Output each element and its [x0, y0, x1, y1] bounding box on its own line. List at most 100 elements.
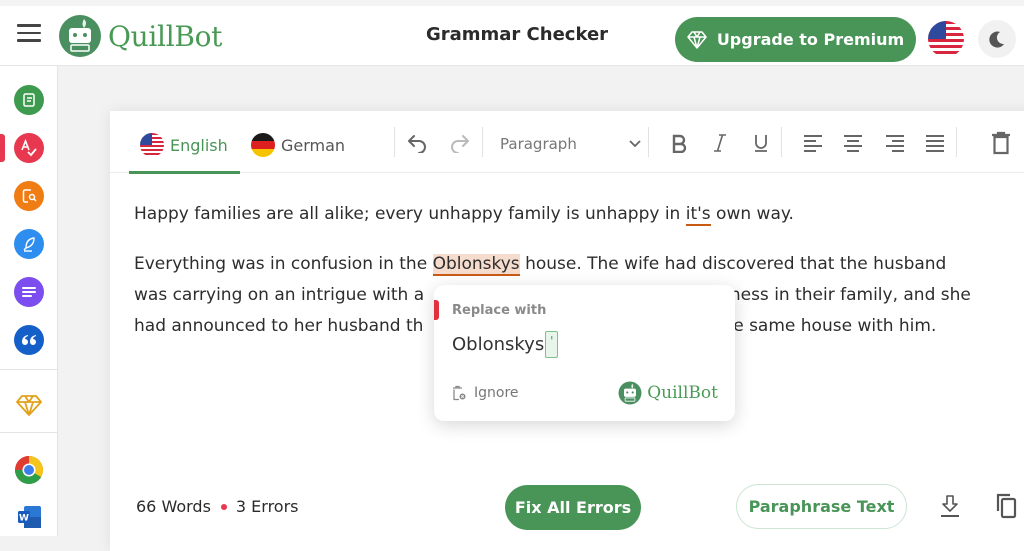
- ignore-button[interactable]: Ignore: [452, 385, 519, 401]
- quillbot-logo-icon: [618, 381, 642, 405]
- suggestion-replacement[interactable]: Oblonskys ': [452, 331, 559, 358]
- copy-icon: [996, 493, 1017, 519]
- chevron-down-icon: [629, 140, 641, 148]
- ignore-label: Ignore: [474, 385, 519, 401]
- download-button[interactable]: [936, 492, 964, 520]
- chrome-icon: [15, 456, 43, 484]
- justify-button[interactable]: [923, 131, 947, 155]
- paraphraser-icon: [23, 93, 35, 107]
- italic-button[interactable]: [708, 131, 732, 155]
- popup-label: Replace with: [452, 303, 547, 318]
- align-right-button[interactable]: [883, 131, 907, 155]
- toolbar-divider: [648, 127, 649, 157]
- text-segment: own way.: [710, 204, 794, 224]
- error-dot: [220, 503, 227, 510]
- quillbot-logo[interactable]: QuillBot: [58, 14, 222, 58]
- grammar-check-icon: [21, 139, 37, 157]
- bold-button[interactable]: [667, 131, 691, 155]
- editor-footer: 66 Words 3 Errors Fix All Errors Paraphr…: [110, 472, 1024, 536]
- editor-toolbar: English German Paragraph: [110, 111, 1024, 174]
- align-center-icon: [844, 135, 862, 152]
- quillbot-logo-icon: [59, 15, 101, 57]
- download-icon: [941, 495, 959, 517]
- sidebar-divider: [0, 369, 58, 370]
- popup-brand-name: QuillBot: [647, 383, 718, 403]
- copy-button[interactable]: [992, 492, 1020, 520]
- language-flag-button[interactable]: [928, 21, 964, 57]
- underline-icon: [755, 135, 767, 152]
- align-left-button[interactable]: [801, 131, 825, 155]
- summarizer-icon: [22, 287, 36, 297]
- sidebar-item-summarizer[interactable]: [14, 277, 44, 307]
- tab-english-label: English: [170, 135, 228, 155]
- suggestion-popup: Replace with Oblonskys ' Ignore QuillBot: [434, 285, 735, 421]
- moon-icon: [989, 31, 1004, 48]
- redo-button[interactable]: [448, 131, 472, 155]
- text-segment: rness in their family, and she: [723, 285, 971, 305]
- redo-icon: [451, 135, 469, 153]
- german-flag-icon: [251, 133, 275, 157]
- text-segment: Everything was in confusion in the: [134, 254, 433, 274]
- paraphrase-text-button[interactable]: Paraphrase Text: [736, 484, 907, 529]
- brand-name: QuillBot: [108, 19, 223, 53]
- dark-mode-toggle[interactable]: [978, 20, 1016, 58]
- diamond-icon: [16, 395, 42, 416]
- paragraph-style-select[interactable]: Paragraph: [500, 132, 642, 156]
- word-count: 66 Words: [136, 497, 211, 516]
- popup-brand: QuillBot: [618, 381, 718, 405]
- text-segment: had announced to her husband th: [134, 316, 424, 336]
- svg-text:W: W: [19, 514, 29, 524]
- diamond-icon: [687, 30, 707, 49]
- sidebar-divider: [0, 432, 58, 433]
- toolbar-divider: [781, 127, 782, 157]
- delete-button[interactable]: [989, 131, 1013, 155]
- tool-sidebar: W: [0, 66, 58, 536]
- tab-german-label: German: [281, 135, 346, 155]
- trash-icon: [992, 131, 1010, 155]
- justify-icon: [926, 135, 944, 152]
- us-flag-icon: [928, 21, 964, 57]
- active-tab-indicator: [129, 171, 240, 174]
- error-count[interactable]: 3 Errors: [236, 497, 299, 516]
- paragraph-1: Happy families are all alike; every unha…: [134, 199, 1004, 230]
- upgrade-premium-label: Upgrade to Premium: [716, 30, 905, 49]
- error-its[interactable]: it's: [685, 204, 711, 226]
- sidebar-item-plagiarism-checker[interactable]: [14, 181, 44, 211]
- insertion-mark: ': [545, 331, 559, 358]
- stats: 66 Words 3 Errors: [136, 497, 299, 516]
- sidebar-item-co-writer[interactable]: [14, 229, 44, 259]
- bold-icon: [672, 134, 687, 153]
- ignore-icon: [453, 385, 466, 401]
- suggestion-text: Oblonskys: [452, 334, 545, 355]
- sidebar-item-paraphraser[interactable]: [14, 85, 44, 115]
- word-icon: W: [18, 506, 41, 528]
- text-segment: he same house with him.: [722, 316, 937, 336]
- text-segment: was carrying on an intrigue with a: [134, 285, 425, 305]
- top-bar: QuillBot Grammar Checker Upgrade to Prem…: [0, 0, 1024, 66]
- tab-german[interactable]: German: [251, 133, 345, 157]
- text-segment: house. The wife had discovered that the …: [519, 254, 947, 274]
- quote-icon: [22, 335, 36, 345]
- italic-icon: [714, 134, 726, 152]
- toolbar-divider: [394, 127, 395, 157]
- toolbar-divider: [482, 127, 483, 157]
- sidebar-item-word-addin[interactable]: W: [14, 502, 44, 532]
- sidebar-item-premium[interactable]: [14, 390, 44, 420]
- error-oblonskys[interactable]: Oblonskys: [432, 254, 520, 276]
- tab-english[interactable]: English: [140, 133, 228, 157]
- undo-button[interactable]: [405, 131, 429, 155]
- text-segment: Happy families are all alike; every unha…: [134, 204, 686, 224]
- fix-all-errors-button[interactable]: Fix All Errors: [505, 485, 641, 530]
- hamburger-menu-icon[interactable]: [17, 24, 41, 44]
- align-left-icon: [804, 135, 822, 152]
- underline-button[interactable]: [749, 131, 773, 155]
- align-right-icon: [886, 135, 904, 152]
- error-type-marker: [434, 300, 439, 320]
- align-center-button[interactable]: [841, 131, 865, 155]
- active-indicator: [0, 134, 5, 162]
- sidebar-item-citation-generator[interactable]: [14, 325, 44, 355]
- upgrade-premium-button[interactable]: Upgrade to Premium: [675, 17, 916, 62]
- sidebar-item-grammar-checker[interactable]: [14, 133, 44, 163]
- sidebar-item-chrome-extension[interactable]: [14, 455, 44, 485]
- undo-icon: [408, 135, 426, 153]
